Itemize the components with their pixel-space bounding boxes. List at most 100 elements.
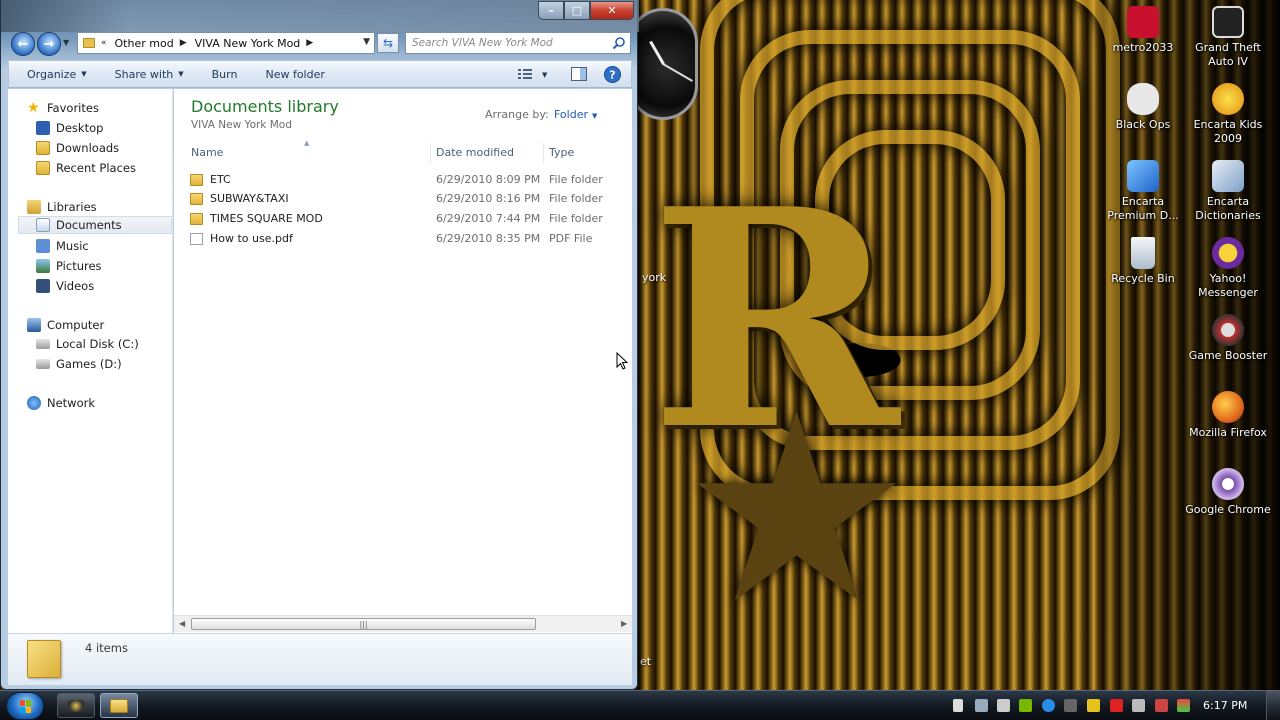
breadcrumb-chevron-icon[interactable]: ▶ [180, 38, 187, 48]
details-pane: 4 items [8, 633, 632, 685]
chrome-icon [1212, 468, 1244, 500]
scrollbar-thumb[interactable]: ||| [191, 618, 536, 630]
desktop-icon-game-booster[interactable]: Game Booster [1185, 314, 1271, 363]
windows-logo-icon [20, 700, 31, 713]
tree-item-videos[interactable]: Videos [36, 277, 94, 295]
file-row[interactable]: How to use.pdf 6/29/2010 8:35 PM PDF Fil… [182, 230, 624, 249]
tree-item-music[interactable]: Music [36, 237, 89, 255]
column-header-name[interactable]: Name [191, 146, 223, 159]
tree-network[interactable]: Network [27, 394, 95, 412]
desktop-icon-black-ops[interactable]: Black Ops [1100, 83, 1186, 132]
preview-pane-button[interactable] [571, 67, 587, 81]
videos-icon [36, 279, 50, 293]
desktop-icon-encarta-dictionaries[interactable]: Encarta Dictionaries [1185, 160, 1271, 223]
tray-app-icon[interactable] [1177, 699, 1190, 712]
hard-drive-icon [36, 359, 50, 369]
star-icon: ★ [27, 100, 40, 116]
file-row[interactable]: SUBWAY&TAXI 6/29/2010 8:16 PM File folde… [182, 190, 624, 209]
tree-item-games-d[interactable]: Games (D:) [36, 355, 122, 373]
show-desktop-button[interactable] [1266, 691, 1280, 720]
address-dropdown-icon[interactable]: ▼ [363, 37, 370, 47]
search-icon[interactable] [612, 36, 626, 50]
tree-item-recent-places[interactable]: Recent Places [36, 159, 136, 177]
view-details-icon [518, 69, 532, 79]
scroll-left-icon[interactable]: ◀ [179, 619, 185, 628]
close-button[interactable]: ✕ [590, 1, 634, 20]
scroll-right-icon[interactable]: ▶ [621, 619, 627, 628]
rockstar-star: ★ [680, 359, 914, 661]
encarta-dictionaries-icon [1212, 160, 1244, 192]
new-folder-button[interactable]: New folder [265, 68, 324, 81]
chevron-down-icon: ▼ [542, 70, 548, 79]
organize-menu[interactable]: Organize ▼ [27, 68, 87, 81]
desktop-icon-recycle-bin[interactable]: Recycle Bin [1100, 237, 1186, 286]
burn-button[interactable]: Burn [212, 68, 238, 81]
recent-pages-dropdown[interactable]: ▼ [63, 38, 73, 50]
speaker-tray-icon[interactable] [1155, 699, 1168, 712]
desktop-icon-encarta-kids[interactable]: Encarta Kids 2009 [1185, 83, 1271, 146]
breadcrumb-chevron-icon[interactable]: ▶ [306, 38, 313, 48]
minimize-button[interactable]: – [538, 1, 564, 20]
back-button[interactable]: ← [11, 32, 35, 56]
tree-libraries[interactable]: Libraries [27, 198, 97, 216]
clock-time[interactable]: 6:17 PM [1203, 699, 1247, 712]
volume-icon[interactable] [997, 699, 1010, 712]
desktop-partial-label: york [642, 271, 667, 284]
recent-places-icon [36, 161, 50, 175]
taskbar-explorer-button[interactable] [100, 693, 138, 718]
tree-computer[interactable]: Computer [27, 316, 104, 334]
share-with-menu[interactable]: Share with ▼ [115, 68, 184, 81]
minimize-icon: – [548, 4, 554, 17]
arrange-by-dropdown[interactable]: Folder ▼ [554, 108, 597, 121]
network-tray-icon[interactable] [975, 699, 988, 712]
tree-item-local-disk-c[interactable]: Local Disk (C:) [36, 335, 139, 353]
change-view-button[interactable]: ▼ [518, 69, 547, 80]
navigation-pane: ★ Favorites Desktop Downloads Recent Pla… [8, 89, 173, 633]
arrange-by-label: Arrange by: [485, 108, 549, 121]
desktop-icon-gta4[interactable]: Grand Theft Auto IV [1185, 6, 1271, 69]
search-input[interactable] [412, 37, 612, 49]
tree-item-documents[interactable]: Documents [18, 216, 172, 234]
breadcrumb-item[interactable]: VIVA New York Mod [195, 37, 301, 50]
firefox-icon [1212, 391, 1244, 423]
tree-item-desktop[interactable]: Desktop [36, 119, 103, 137]
forward-button[interactable]: → [37, 32, 61, 56]
sort-ascending-icon: ▲ [304, 139, 310, 147]
folder-icon [190, 193, 203, 205]
desktop-icon-yahoo-messenger[interactable]: Yahoo! Messenger [1185, 237, 1271, 300]
encarta-kids-icon [1212, 83, 1244, 115]
tray-app-icon[interactable] [1132, 699, 1145, 712]
desktop-icon-metro2033[interactable]: metro2033 [1100, 6, 1186, 55]
desktop-icon-chrome[interactable]: Google Chrome [1185, 468, 1271, 517]
rockstar-tray-icon[interactable] [1064, 699, 1077, 712]
address-bar[interactable]: « Other mod ▶ VIVA New York Mod ▶ ▼ [77, 32, 375, 54]
maximize-button[interactable]: □ [564, 1, 590, 20]
breadcrumb-item[interactable]: Other mod [115, 37, 174, 50]
window-caption-buttons: – □ ✕ [538, 1, 634, 20]
tree-favorites[interactable]: ★ Favorites [27, 99, 99, 117]
action-center-flag-icon[interactable] [953, 699, 963, 712]
svg-text:?: ? [609, 69, 615, 82]
antivirus-tray-icon[interactable] [1110, 699, 1123, 712]
tree-item-pictures[interactable]: Pictures [36, 257, 102, 275]
file-row[interactable]: ETC 6/29/2010 8:09 PM File folder [182, 171, 624, 190]
horizontal-scrollbar[interactable]: ◀ ||| ▶ [174, 615, 632, 632]
breadcrumb-overflow-icon[interactable]: « [101, 38, 107, 48]
refresh-button[interactable]: ⇆ [377, 33, 399, 53]
start-button[interactable] [6, 692, 44, 720]
help-button[interactable]: ? [604, 66, 621, 83]
desktop-icon-firefox[interactable]: Mozilla Firefox [1185, 391, 1271, 440]
column-header-type[interactable]: Type [549, 146, 574, 159]
messenger-tray-icon[interactable] [1087, 699, 1100, 712]
close-icon: ✕ [607, 4, 617, 17]
search-box[interactable] [405, 32, 631, 54]
column-header-date-modified[interactable]: Date modified [436, 146, 514, 159]
metro2033-icon [1127, 6, 1159, 38]
folder-icon [83, 38, 95, 48]
desktop-icon-encarta-premium[interactable]: Encarta Premium D... [1100, 160, 1186, 223]
file-row[interactable]: TIMES SQUARE MOD 6/29/2010 7:44 PM File … [182, 210, 624, 229]
nvidia-icon[interactable] [1019, 699, 1032, 712]
taskbar-media-player-button[interactable] [57, 693, 95, 718]
tree-item-downloads[interactable]: Downloads [36, 139, 119, 157]
info-tray-icon[interactable] [1042, 699, 1055, 712]
